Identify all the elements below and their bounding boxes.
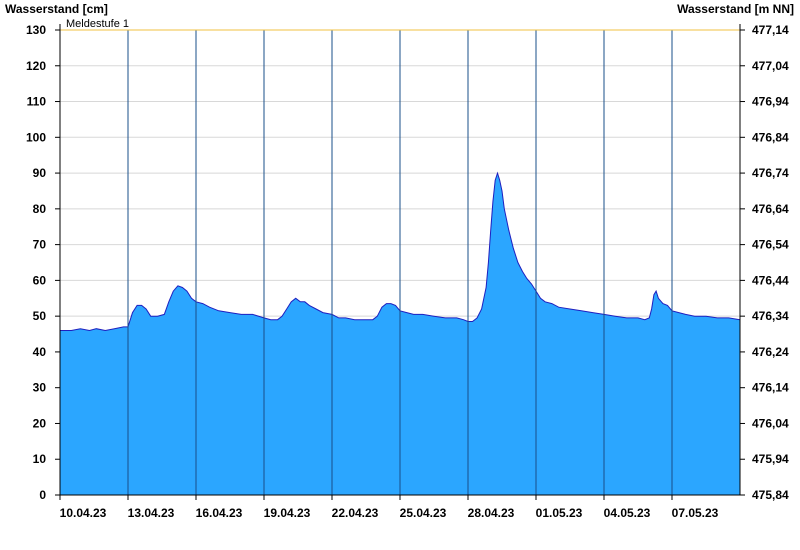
x-tick-label-1: 13.04.23 [128, 506, 175, 520]
y-tick-label-left-2: 20 [33, 416, 47, 430]
y-tick-label-left-13: 130 [26, 23, 46, 37]
threshold-label: Meldestufe 1 [66, 18, 129, 30]
y-tick-label-right-13: 477,14 [752, 23, 789, 37]
y-tick-label-right-7: 476,54 [752, 238, 789, 252]
threshold-line: Meldestufe 1 [60, 18, 740, 31]
y-tick-label-right-0: 475,84 [752, 488, 789, 502]
y-tick-label-right-12: 477,04 [752, 59, 789, 73]
x-tick-label-6: 28.04.23 [468, 506, 515, 520]
y-tick-label-left-12: 120 [26, 59, 46, 73]
y-tick-label-right-6: 476,44 [752, 273, 789, 287]
y-tick-label-left-5: 50 [33, 309, 47, 323]
y-ticks-right: 475,84 475,94 476,04 476,14 476,24 476,34 476,… [740, 23, 789, 502]
y-tick-label-left-4: 40 [33, 345, 47, 359]
y-ticks-left: 0 10 20 30 40 50 60 70 80 90 100 110 120 130 [26, 23, 60, 502]
x-tick-label-4: 22.04.23 [332, 506, 379, 520]
y-tick-label-left-11: 110 [27, 95, 47, 109]
x-tick-label-3: 19.04.23 [264, 506, 311, 520]
y-tick-label-left-8: 80 [33, 202, 47, 216]
x-tick-label-7: 01.05.23 [536, 506, 583, 520]
x-tick-label-8: 04.05.23 [604, 506, 651, 520]
x-tick-label-9: 07.05.23 [672, 506, 719, 520]
y-tick-label-left-6: 60 [33, 273, 47, 287]
y-tick-label-right-3: 476,14 [752, 381, 789, 395]
y-tick-label-right-4: 476,24 [752, 345, 789, 359]
y-tick-label-right-5: 476,34 [752, 309, 789, 323]
y-tick-label-right-9: 476,74 [752, 166, 789, 180]
water-level-chart: Wasserstand [cm] Wasserstand [m NN] Meld… [0, 0, 800, 550]
y-tick-label-right-1: 475,94 [752, 452, 789, 466]
y-tick-label-left-7: 70 [33, 238, 47, 252]
x-tick-label-2: 16.04.23 [196, 506, 243, 520]
y-tick-label-left-9: 90 [33, 166, 47, 180]
y-tick-label-right-10: 476,84 [752, 130, 789, 144]
y-tick-label-left-3: 30 [33, 381, 47, 395]
y-axis-label-left: Wasserstand [cm] [5, 2, 108, 16]
chart-svg: Wasserstand [cm] Wasserstand [m NN] Meld… [5, 2, 794, 520]
y-tick-label-left-1: 10 [33, 452, 47, 466]
x-tick-label-5: 25.04.23 [400, 506, 447, 520]
y-tick-label-left-0: 0 [39, 488, 46, 502]
y-tick-label-right-11: 476,94 [752, 95, 789, 109]
y-tick-label-right-2: 476,04 [752, 416, 789, 430]
y-tick-label-left-10: 100 [26, 130, 46, 144]
x-ticks: 10.04.23 13.04.23 16.04.23 19.04.23 22.04.23… [59, 495, 719, 520]
x-tick-label-0: 10.04.23 [60, 506, 107, 520]
y-axis-label-right: Wasserstand [m NN] [677, 2, 794, 16]
y-tick-label-right-8: 476,64 [752, 202, 789, 216]
